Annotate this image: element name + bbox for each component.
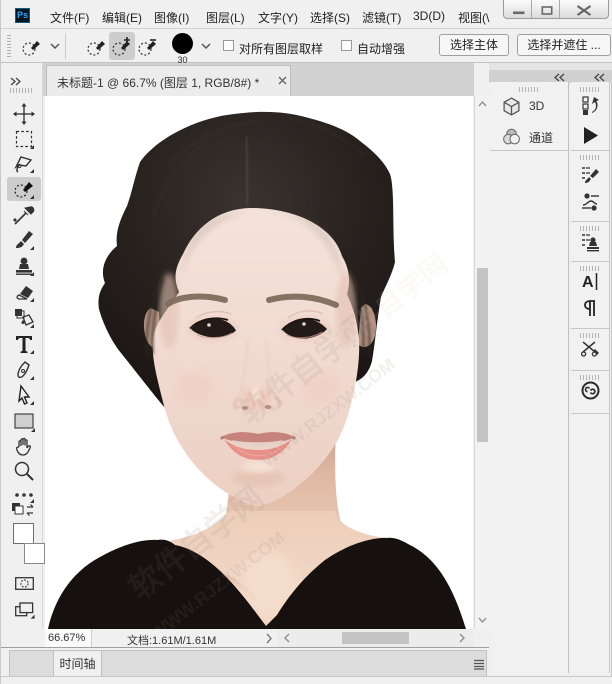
svg-text:A: A: [582, 274, 594, 291]
